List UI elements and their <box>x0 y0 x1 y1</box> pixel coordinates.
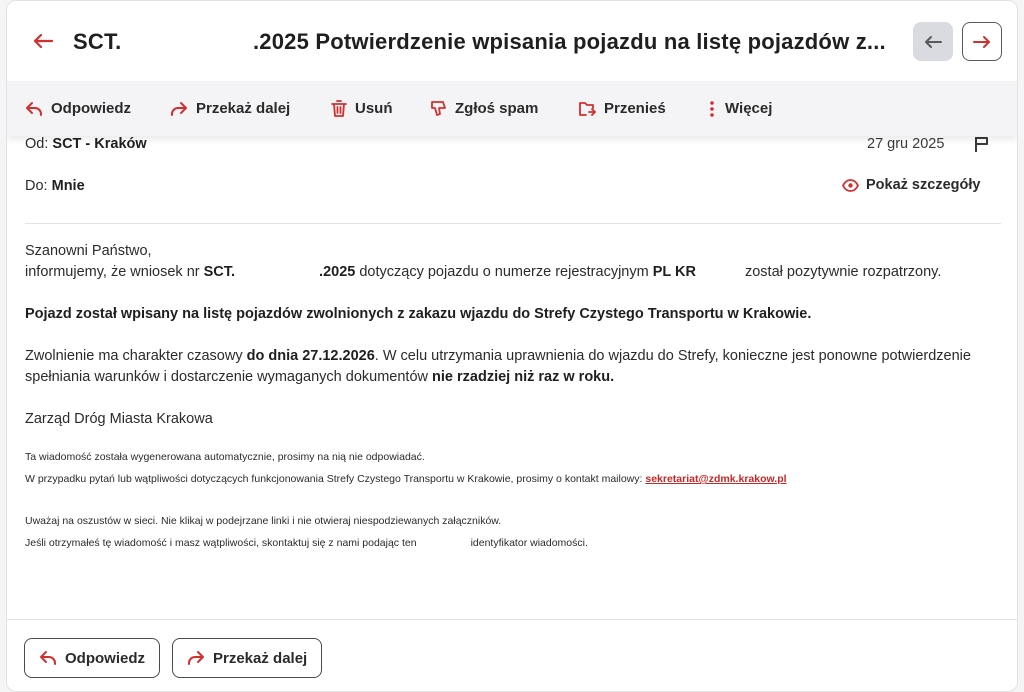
footer-forward-label: Przekaż dalej <box>213 649 308 667</box>
action-toolbar: Odpowiedz Przekaż dalej Usuń Zgłoś spam … <box>7 81 1017 136</box>
back-button[interactable] <box>29 27 57 55</box>
to-label: Do: <box>25 178 48 194</box>
arrow-left-icon <box>33 33 53 49</box>
forward-label: Przekaż dalej <box>196 100 291 117</box>
from-value: SCT - Kraków <box>52 136 147 152</box>
spam-label: Zgłoś spam <box>455 100 539 117</box>
subject-prefix: SCT. <box>73 29 122 54</box>
more-button[interactable]: Więcej <box>707 81 772 136</box>
signature: Zarząd Dróg Miasta Krakowa <box>25 411 213 427</box>
to-value: Mnie <box>51 178 85 194</box>
show-details-label: Pokaż szczegóły <box>866 177 981 193</box>
auto-note: Ta wiadomość została wygenerowana automa… <box>25 451 425 463</box>
previous-email-button[interactable] <box>913 22 953 61</box>
footer-reply-label: Odpowiedz <box>65 649 145 667</box>
warning-line-2: Jeśli otrzymałeś tę wiadomość i masz wąt… <box>25 532 1015 554</box>
eye-icon <box>842 178 859 192</box>
warning-line-1: Uważaj na oszustów w sieci. Nie klikaj w… <box>25 515 502 527</box>
footer-reply-button[interactable]: Odpowiedz <box>24 638 160 678</box>
reply-icon <box>40 651 56 665</box>
delete-button[interactable]: Usuń <box>331 81 393 136</box>
spam-button[interactable]: Zgłoś spam <box>430 81 538 136</box>
body-text: Zwolnienie ma charakter czasowy <box>25 348 247 364</box>
move-label: Przenieś <box>604 100 666 117</box>
body-text: dotyczący pojazdu o numerze rejestracyjn… <box>355 264 653 280</box>
more-label: Więcej <box>725 100 773 117</box>
spam-icon <box>431 101 446 116</box>
email-date: 27 gru 2025 <box>867 136 945 152</box>
email-subject: .2025 Potwierdzenie wpisania pojazdu na … <box>253 29 886 54</box>
validity-date: do dnia 27.12.2026 <box>246 348 375 364</box>
move-icon <box>579 101 596 116</box>
contact-text: W przypadku pytań lub wątpliwości dotycz… <box>25 473 646 485</box>
footer-forward-button[interactable]: Przekaż dalej <box>172 638 323 678</box>
flag-icon <box>975 137 988 152</box>
move-button[interactable]: Przenieś <box>578 81 666 136</box>
reply-button[interactable]: Odpowiedz <box>25 81 131 136</box>
forward-button[interactable]: Przekaż dalej <box>170 81 290 136</box>
body-line-1: informujemy, że wniosek nr SCT. .2025 dot… <box>25 262 1015 283</box>
bold-statement: Pojazd został wpisany na listę pojazdów … <box>25 304 1015 325</box>
arrow-left-icon <box>925 35 942 48</box>
registration-prefix: PL KR <box>652 264 696 280</box>
footer-divider <box>7 619 1017 620</box>
to-line: Do: Mnie <box>25 178 85 194</box>
frequency-text: nie rzadziej niż raz w roku. <box>432 369 615 385</box>
header-divider <box>25 223 1001 224</box>
flag-button[interactable] <box>973 135 991 158</box>
forward-icon <box>171 101 187 116</box>
validity-paragraph: Zwolnienie ma charakter czasowy do dnia … <box>25 346 1005 388</box>
warning-text: Jeśli otrzymałeś tę wiadomość i masz wąt… <box>25 537 417 549</box>
application-prefix: SCT. <box>203 264 236 280</box>
from-line: Od: SCT - Kraków <box>25 136 147 152</box>
from-label: Od: <box>25 136 49 152</box>
reply-label: Odpowiedz <box>51 100 131 117</box>
forward-icon <box>188 651 204 665</box>
contact-email-link[interactable]: sekretariat@zdmk.krakow.pl <box>645 473 786 485</box>
contact-note: W przypadku pytań lub wątpliwości dotycz… <box>25 468 1015 490</box>
body-text: został pozytywnie rozpatrzony. <box>744 264 942 280</box>
bold-statement-text: Pojazd został wpisany na listę pojazdów … <box>25 306 812 322</box>
next-email-button[interactable] <box>962 22 1002 61</box>
delete-label: Usuń <box>355 100 393 117</box>
show-details-button[interactable]: Pokaż szczegóły <box>842 177 980 193</box>
trash-icon <box>331 100 347 117</box>
greeting: Szanowni Państwo, <box>25 243 152 259</box>
email-header: SCT. .2025 Potwierdzenie wpisania pojazd… <box>7 1 1017 81</box>
more-vertical-icon <box>710 100 714 117</box>
email-view: SCT. .2025 Potwierdzenie wpisania pojazd… <box>6 0 1018 692</box>
reply-icon <box>26 101 42 116</box>
warning-text: identyfikator wiadomości. <box>470 537 588 549</box>
application-year: .2025 <box>319 264 356 280</box>
arrow-right-icon <box>973 35 990 48</box>
body-text: informujemy, że wniosek nr <box>25 264 204 280</box>
email-body: Szanowni Państwo, informujemy, że wniose… <box>25 241 1015 554</box>
